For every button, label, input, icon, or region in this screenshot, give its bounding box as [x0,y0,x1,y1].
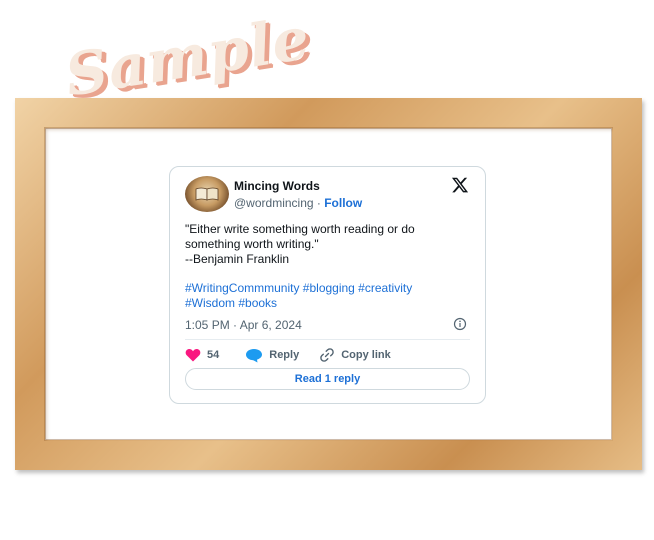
copy-link-button[interactable]: Copy link [319,347,391,363]
handle-line: @wordmincing · Follow [234,196,362,210]
avatar[interactable] [185,176,229,212]
info-icon[interactable] [453,317,467,331]
read-replies-button[interactable]: Read 1 reply [185,368,470,390]
open-book-icon [195,187,219,201]
author-name[interactable]: Mincing Words [234,179,320,193]
copy-link-label: Copy link [341,349,391,361]
tweet-text-line: --Benjamin Franklin [185,252,290,266]
sample-watermark: Sample [60,3,315,110]
heart-icon [185,348,201,362]
link-icon [320,348,335,362]
hashtag-line[interactable]: #Wisdom #books [185,296,412,311]
tweet-text-line: "Either write something worth reading or… [185,222,415,236]
tweet-text: "Either write something worth reading or… [185,222,475,267]
x-logo-icon[interactable] [451,176,469,194]
tweet-text-line: something worth writing." [185,237,319,251]
hashtag-line[interactable]: #WritingCommmunity #blogging #creativity [185,281,412,296]
dot-separator: · [313,196,325,210]
tweet-actions: 54 Reply Copy link [185,345,391,365]
like-button[interactable]: 54 [185,348,245,362]
reply-bubble-icon [246,348,263,362]
divider [185,339,470,340]
likes-count: 54 [207,349,220,361]
tweet-embed-card: Mincing Words @wordmincing · Follow "Eit… [169,166,486,404]
author-handle[interactable]: @wordmincing [234,196,314,210]
reply-label: Reply [269,349,300,361]
tweet-timestamp[interactable]: 1:05 PM · Apr 6, 2024 [185,318,302,332]
follow-button[interactable]: Follow [324,196,362,210]
hashtags[interactable]: #WritingCommmunity #blogging #creativity… [185,281,412,311]
reply-button[interactable]: Reply [245,348,299,363]
